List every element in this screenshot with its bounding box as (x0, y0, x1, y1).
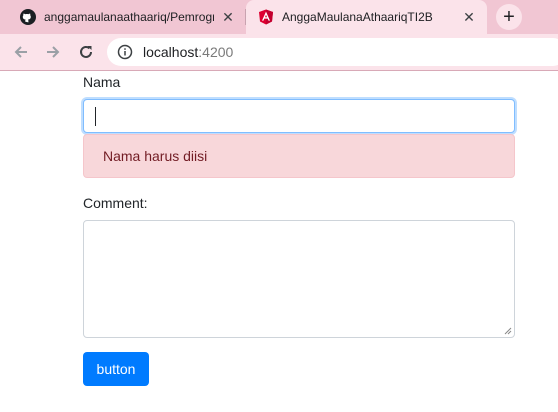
comment-textarea[interactable] (83, 220, 515, 338)
nama-input[interactable] (83, 99, 515, 133)
close-icon[interactable]: ✕ (461, 9, 477, 25)
url-text: localhost:4200 (143, 44, 233, 60)
resize-handle-icon[interactable] (504, 327, 512, 335)
browser-toolbar: localhost:4200 (0, 34, 558, 71)
new-tab-button[interactable]: + (496, 4, 522, 30)
nama-label: Nama (83, 74, 121, 90)
forward-arrow-icon[interactable] (41, 40, 65, 64)
submit-button[interactable]: button (83, 352, 149, 386)
tab-github[interactable]: anggamaulanaathaariq/Pemrogra ✕ (0, 0, 246, 34)
nama-error-alert: Nama harus diisi (83, 134, 515, 178)
nama-error-text: Nama harus diisi (103, 148, 208, 164)
close-icon[interactable]: ✕ (220, 9, 236, 25)
url-host: localhost (143, 44, 199, 60)
info-icon[interactable] (117, 44, 133, 60)
github-icon (20, 9, 36, 25)
tab-title: anggamaulanaathaariq/Pemrogra (44, 10, 214, 24)
tab-title: AnggaMaulanaAthaariqTI2B (282, 10, 433, 24)
text-caret (95, 107, 96, 126)
angular-icon (258, 9, 274, 25)
tab-angular-app[interactable]: AnggaMaulanaAthaariqTI2B ✕ (246, 0, 487, 34)
url-port: :4200 (198, 44, 234, 60)
address-bar[interactable]: localhost:4200 (107, 38, 558, 66)
reload-icon[interactable] (74, 40, 98, 64)
browser-tabbar: anggamaulanaathaariq/Pemrogra ✕ AnggaMau… (0, 0, 558, 34)
back-arrow-icon[interactable] (9, 40, 33, 64)
comment-label: Comment: (83, 195, 148, 211)
